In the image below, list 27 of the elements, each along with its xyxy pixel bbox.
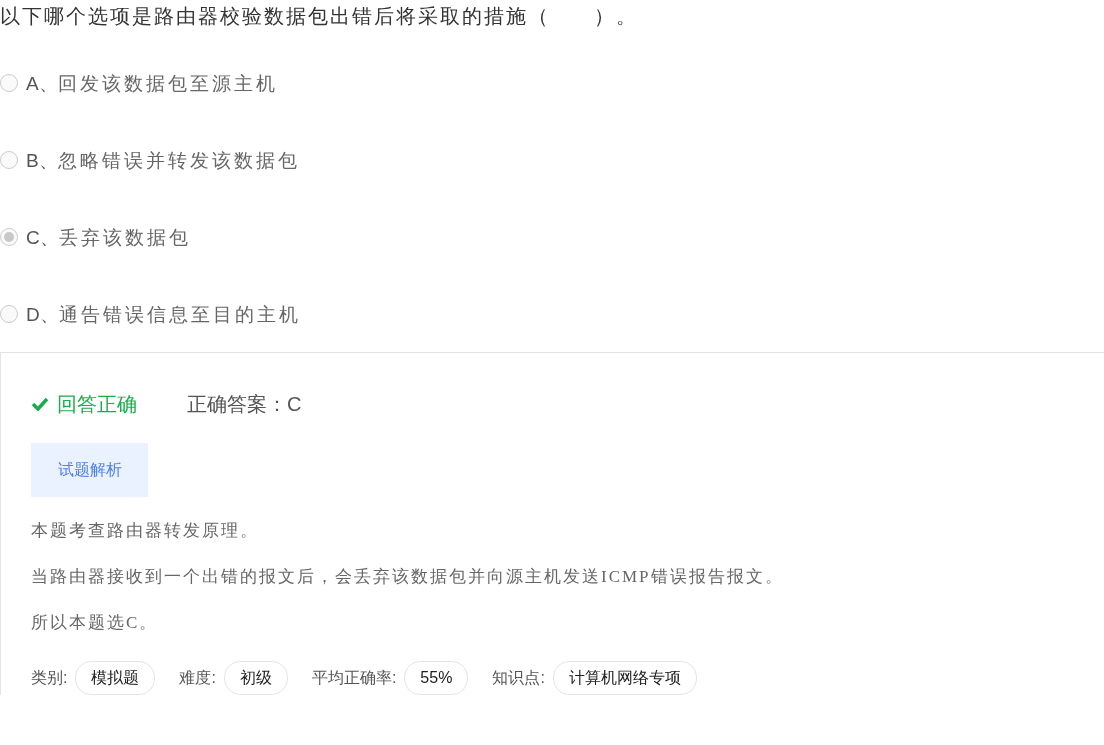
explanation-paragraph: 所以本题选C。 (31, 612, 160, 634)
radio-button[interactable] (0, 74, 18, 92)
option-letter: B、 (26, 149, 58, 173)
radio-button[interactable] (0, 305, 18, 323)
option-text: 通告错误信息至目的主机 (58, 303, 301, 327)
option-text: 丢弃该数据包 (58, 226, 191, 250)
option-text: 忽略错误并转发该数据包 (57, 149, 300, 173)
option-letter: D、 (26, 303, 59, 327)
option-text: 回发该数据包至源主机 (57, 72, 278, 96)
meta-label: 平均正确率: (311, 668, 397, 688)
meta-label: 类别: (31, 668, 68, 688)
meta-label: 知识点: (492, 668, 545, 688)
option-letter: A、 (26, 72, 58, 96)
meta-tag: 55% (404, 661, 469, 695)
meta-tag: 模拟题 (75, 661, 156, 695)
correct-answer: 正确答案：C (187, 392, 302, 417)
question-text: 以下哪个选项是路由器校验数据包出错后将采取的措施（ ）。 (0, 4, 639, 29)
analysis-tab[interactable]: 试题解析 (31, 443, 148, 497)
meta-tag: 计算机网络专项 (552, 661, 697, 695)
radio-button[interactable] (0, 228, 18, 246)
explanation-paragraph: 本题考查路由器转发原理。 (31, 520, 260, 542)
radio-button[interactable] (0, 151, 18, 169)
meta-tag: 初级 (223, 661, 288, 695)
result-status: 回答正确 (57, 392, 137, 417)
explanation-paragraph: 当路由器接收到一个出错的报文后，会丢弃该数据包并向源主机发送ICMP错误报告报文。 (31, 566, 785, 588)
meta-label: 难度: (179, 668, 216, 688)
option-letter: C、 (26, 226, 59, 250)
